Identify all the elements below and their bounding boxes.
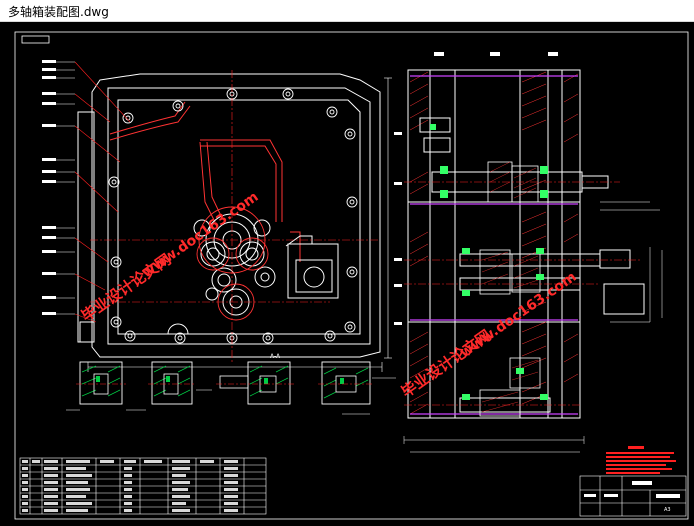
technical-requirements-notes [606,446,676,474]
cad-drawing-canvas[interactable]: A-A A3 毕业设计论文网 www.doc163.com 毕业设计论文网 ww… [0,22,694,526]
section-label: A-A [270,353,281,360]
part-callouts-left [56,61,75,315]
watermark-group: 毕业设计论文网 www.doc163.com 毕业设计论文网 www.doc16… [78,189,580,401]
document-title-bar: 多轴箱装配图.dwg [0,0,694,22]
section-details: A-A [66,353,396,415]
drawing-number: A3 [664,507,671,513]
housing-front-view [77,70,392,372]
sectional-view [394,52,663,453]
cad-drawing: A-A A3 毕业设计论文网 www.doc163.com 毕业设计论文网 ww… [14,31,689,520]
document-title: 多轴箱装配图.dwg [8,5,109,19]
watermark-text-url: www.doc163.com [457,269,579,361]
bill-of-materials [19,457,267,515]
drawing-border [14,31,689,520]
